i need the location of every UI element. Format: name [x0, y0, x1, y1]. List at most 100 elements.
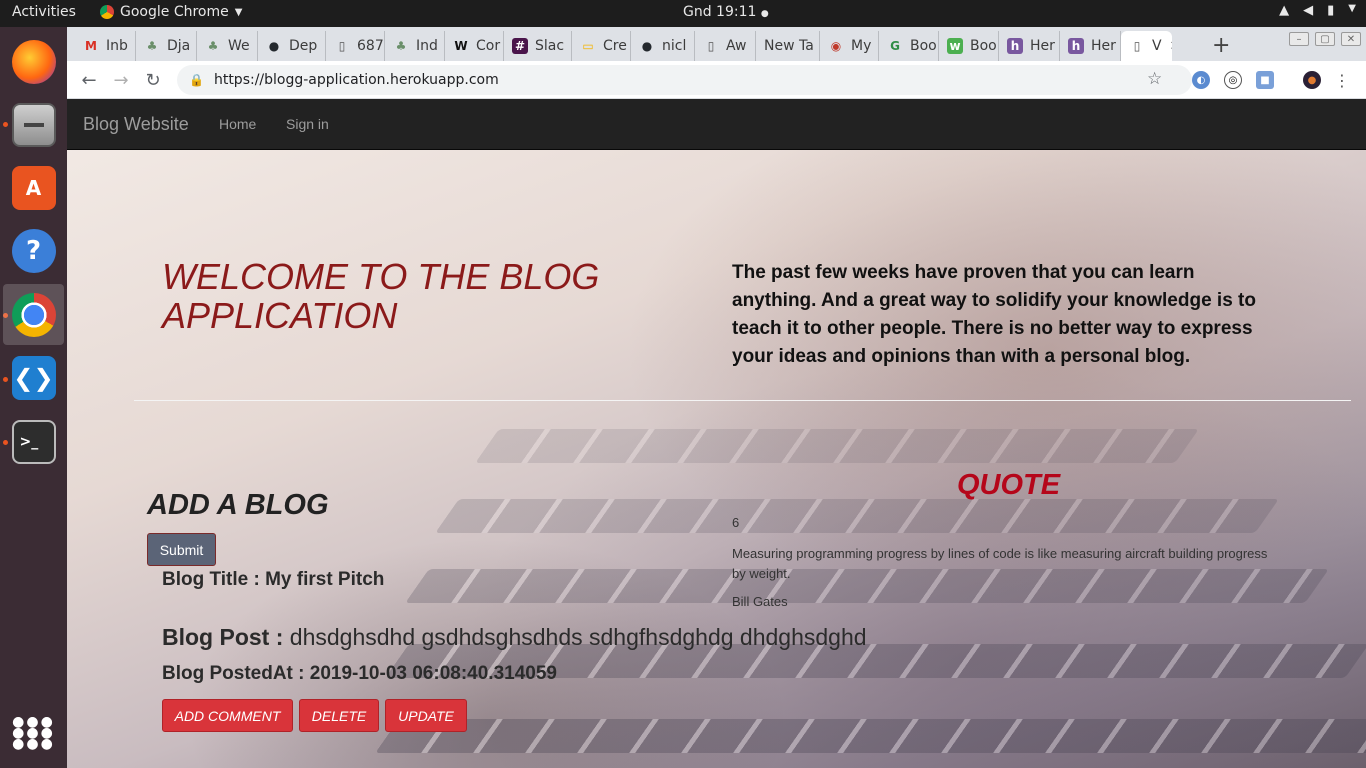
tab-label: Ind — [416, 38, 438, 54]
lock-icon: 🔒 — [189, 73, 204, 87]
w3-icon: w — [947, 38, 963, 54]
browser-tab[interactable]: ◉ My — [820, 31, 879, 61]
browser-tab[interactable]: # Slac — [504, 31, 572, 61]
background-keyboard — [435, 499, 1279, 533]
extension-icon[interactable]: ◐ — [1192, 71, 1210, 89]
tab-label: Aw — [726, 38, 747, 54]
page-icon: ▯ — [707, 39, 715, 53]
tab-label: Her — [1091, 38, 1116, 54]
quote-author: Bill Gates — [732, 594, 788, 609]
dock-firefox[interactable] — [3, 31, 64, 92]
chevron-down-icon: ▼ — [1348, 3, 1356, 14]
clock[interactable]: Gnd 19:11 ● — [683, 4, 769, 20]
menu-kebab-icon[interactable]: ⋮ — [1333, 71, 1351, 90]
tab-label: Cre — [603, 38, 627, 54]
intro-paragraph: The past few weeks have proven that you … — [732, 262, 1256, 367]
tab-label: Boo — [910, 38, 937, 54]
app-menu-label: Google Chrome — [120, 4, 229, 20]
site-navbar: Blog Website Home Sign in — [67, 99, 1366, 150]
blog-title: Blog Title : My first Pitch — [162, 569, 385, 590]
browser-tab[interactable]: ▭ Cre — [572, 31, 631, 61]
tab-label: Boo — [970, 38, 997, 54]
tab-label: 687 — [357, 38, 384, 54]
browser-tab[interactable]: ▯ 687 — [326, 31, 385, 61]
add-blog-heading: ADD A BLOG — [147, 489, 329, 521]
tab-label: New Ta — [764, 38, 814, 54]
browser-tab[interactable]: h Her — [999, 31, 1060, 61]
activities-button[interactable]: Activities — [12, 4, 76, 20]
browser-tab[interactable]: w Boo — [939, 31, 999, 61]
tab-label: We — [228, 38, 250, 54]
forward-button[interactable]: → — [109, 68, 133, 92]
tab-label: Cor — [476, 38, 501, 54]
help-icon: ? — [11, 228, 56, 273]
nav-sign-in-link[interactable]: Sign in — [286, 116, 329, 132]
update-button[interactable]: UPDATE — [385, 699, 467, 732]
app-menu[interactable]: Google Chrome ▼ — [100, 4, 242, 20]
browser-tab[interactable]: ♣ We — [197, 31, 258, 61]
vscode-icon: ❮❯ — [11, 355, 56, 400]
tab-label: My — [851, 38, 872, 54]
browser-tab[interactable]: New Ta — [756, 31, 820, 61]
chrome-icon — [11, 292, 56, 337]
software-center-icon: A — [11, 165, 56, 210]
add-comment-button[interactable]: ADD COMMENT — [162, 699, 293, 732]
clock-label: Gnd 19:11 — [683, 4, 757, 20]
browser-tab[interactable]: W Cor — [445, 31, 504, 61]
tab-label: Her — [1030, 38, 1055, 54]
browser-tab[interactable]: M Inb — [75, 31, 136, 61]
web-page: Blog Website Home Sign in WELCOME TO THE… — [67, 99, 1366, 768]
gmail-icon: M — [85, 39, 97, 53]
files-icon — [11, 102, 56, 147]
browser-tab[interactable]: h Her — [1060, 31, 1121, 61]
browser-tab[interactable]: ● Dep — [258, 31, 326, 61]
section-divider — [134, 400, 1351, 401]
extension-icon[interactable]: ■ — [1256, 71, 1274, 89]
heroku-icon: h — [1007, 38, 1023, 54]
chrome-small-icon — [100, 5, 114, 19]
background-keyboard — [475, 429, 1199, 463]
reload-button[interactable]: ↻ — [141, 68, 165, 92]
back-button[interactable]: ← — [77, 68, 101, 92]
profile-avatar[interactable]: ● — [1303, 71, 1321, 89]
address-bar[interactable]: 🔒 https://blogg-application.herokuapp.co… — [177, 65, 1192, 95]
site-brand[interactable]: Blog Website — [83, 114, 189, 135]
dock-app-grid[interactable]: ●●● ●●● ●●● — [3, 703, 64, 764]
app-grid-icon: ●●● ●●● ●●● — [12, 714, 55, 752]
blog-post-label: Blog Post : — [162, 624, 284, 650]
close-window-button[interactable]: ✕ — [1341, 32, 1361, 46]
dock-chrome[interactable] — [3, 284, 64, 345]
quote-text: Measuring programming progress by lines … — [732, 546, 1268, 581]
heroku-icon: h — [1068, 38, 1084, 54]
browser-tab[interactable]: ▯ Aw — [695, 31, 756, 61]
django-icon: ♣ — [146, 39, 158, 53]
dock-help[interactable]: ? — [3, 220, 64, 281]
close-tab-icon[interactable]: ✕ — [1170, 39, 1172, 54]
system-tray[interactable]: ▲ ◀ ▮ ▼ — [1279, 3, 1356, 18]
django-icon: ♣ — [395, 39, 407, 53]
browser-toolbar: ← → ↻ 🔒 https://blogg-application.heroku… — [67, 61, 1366, 99]
submit-button[interactable]: Submit — [147, 533, 216, 566]
dock-vscode[interactable]: ❮❯ — [3, 347, 64, 408]
github-icon: ● — [641, 39, 653, 53]
nav-home-link[interactable]: Home — [219, 116, 256, 132]
tab-label: Dja — [167, 38, 191, 54]
browser-tab[interactable]: G Boo — [879, 31, 939, 61]
browser-tab[interactable]: ● nicl — [631, 31, 695, 61]
browser-tab[interactable]: ♣ Dja — [136, 31, 197, 61]
wikipedia-icon: W — [454, 39, 468, 53]
firefox-icon — [11, 39, 56, 84]
dock-files[interactable] — [3, 94, 64, 155]
browser-tab[interactable]: ▯ V ✕ — [1121, 31, 1172, 61]
dock-terminal[interactable]: >_ — [3, 411, 64, 472]
slack-icon: # — [512, 38, 528, 54]
bookmark-star-icon[interactable]: ☆ — [1147, 69, 1162, 89]
wifi-icon: ▲ — [1279, 3, 1290, 18]
dock-software[interactable]: A — [3, 157, 64, 218]
minimize-button[interactable]: – — [1289, 32, 1309, 46]
maximize-button[interactable]: ▢ — [1315, 32, 1335, 46]
delete-button[interactable]: DELETE — [299, 699, 379, 732]
extension-icon[interactable]: ◎ — [1224, 71, 1242, 89]
browser-tab[interactable]: ♣ Ind — [385, 31, 445, 61]
new-tab-button[interactable]: + — [1212, 33, 1230, 58]
